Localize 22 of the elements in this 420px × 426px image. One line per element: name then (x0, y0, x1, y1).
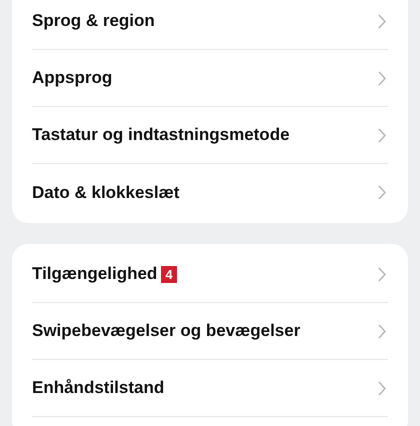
settings-row[interactable]: Swipebevægelser og bevægelser (32, 303, 388, 360)
number-badge: 4 (161, 266, 177, 282)
settings-row[interactable]: Tastatur og indtastningsmetode (32, 107, 388, 164)
settings-row[interactable]: Dato & klokkeslæt (32, 164, 388, 221)
chevron-right-icon (378, 70, 386, 86)
chevron-right-icon (378, 185, 386, 200)
settings-row[interactable]: Appsprog (32, 50, 388, 107)
row-label: Dato & klokkeslæt (32, 182, 180, 204)
row-label: Tilgængelighed (32, 263, 158, 286)
chevron-right-icon (378, 14, 386, 28)
settings-row[interactable]: Enhåndstilstand (32, 360, 388, 417)
chevron-right-icon (378, 266, 386, 282)
settings-row[interactable]: Sprog & region (32, 0, 388, 50)
chevron-right-icon (378, 128, 386, 142)
row-label: Appsprog (32, 67, 112, 90)
row-label: Sprog & region (32, 10, 155, 32)
settings-row[interactable]: Tilgængelighed 4 (32, 246, 388, 303)
row-label: Enhåndstilstand (32, 377, 164, 400)
chevron-right-icon (378, 324, 386, 338)
row-label: Swipebevægelser og bevægelser (32, 320, 300, 342)
chevron-right-icon (378, 380, 386, 396)
row-label: Tastatur og indtastningsmetode (32, 124, 290, 146)
